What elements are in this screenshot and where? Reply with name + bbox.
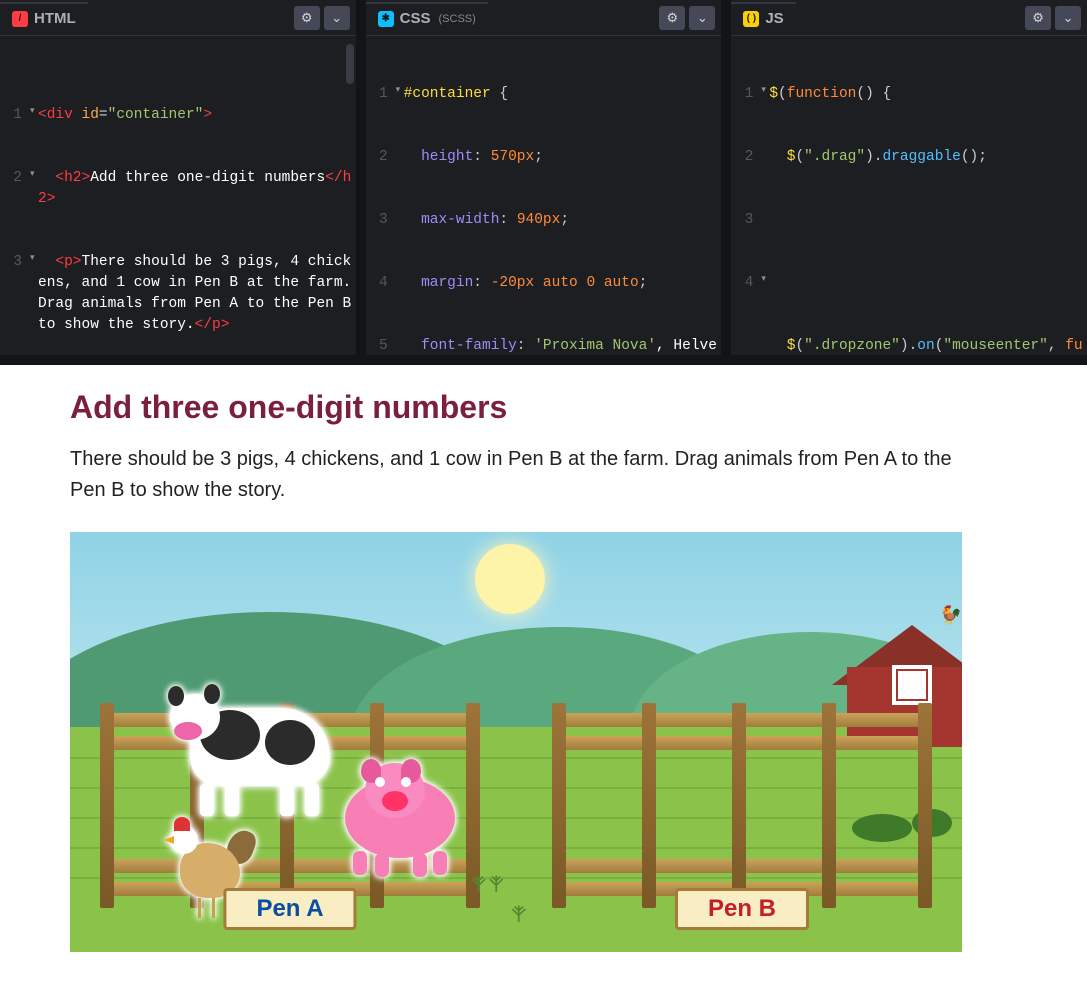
css-dropdown-button[interactable]: ⌄ (689, 6, 715, 30)
grass-icon: 𖥧 (510, 886, 527, 932)
gear-icon: ⚙ (667, 10, 679, 26)
js-code-editor[interactable]: 1▾$(function() { 2 $(".drag").draggable(… (731, 36, 1087, 355)
html-tab-label: HTML (34, 10, 76, 27)
chevron-down-icon: ⌄ (331, 10, 342, 26)
html-code-editor[interactable]: 1▾<div id="container"> 2▾ <h2>Add three … (0, 36, 356, 355)
gear-icon: ⚙ (1032, 10, 1044, 26)
chevron-down-icon: ⌄ (1063, 10, 1074, 26)
chevron-down-icon: ⌄ (697, 10, 708, 26)
pig-draggable[interactable] (335, 763, 465, 873)
css-tab-sublabel: (SCSS) (439, 13, 476, 25)
js-tab[interactable]: ( ) JS (731, 2, 795, 33)
html-dropdown-button[interactable]: ⌄ (324, 6, 350, 30)
page-title: Add three one-digit numbers (70, 389, 1017, 426)
scrollbar-thumb[interactable] (346, 44, 354, 84)
html-tab[interactable]: / HTML (0, 2, 88, 33)
js-settings-button[interactable]: ⚙ (1025, 6, 1051, 30)
js-pane-header: ( ) JS ⚙ ⌄ (731, 0, 1087, 36)
editor-row: / HTML ⚙ ⌄ 1▾<div id="container"> 2▾ <h2… (0, 0, 1087, 365)
js-pane: ( ) JS ⚙ ⌄ 1▾$(function() { 2 $(".drag")… (731, 0, 1087, 355)
html-pane-header: / HTML ⚙ ⌄ (0, 0, 356, 36)
html-pane: / HTML ⚙ ⌄ 1▾<div id="container"> 2▾ <h2… (0, 0, 356, 355)
css-tab[interactable]: ✱ CSS (SCSS) (366, 2, 488, 33)
html-settings-button[interactable]: ⚙ (294, 6, 320, 30)
gear-icon: ⚙ (301, 10, 313, 26)
css-pane: ✱ CSS (SCSS) ⚙ ⌄ 1▾#container { 2 height… (366, 0, 722, 355)
css-tab-label: CSS (400, 10, 431, 27)
grass-icon: 𖥧𖥧 (470, 856, 505, 902)
drag-drop-canvas[interactable]: 🐓 (70, 532, 962, 952)
css-pane-header: ✱ CSS (SCSS) ⚙ ⌄ (366, 0, 722, 36)
pen-a-sign: Pen A (223, 888, 356, 930)
pen-b-dropzone[interactable]: Pen B (552, 668, 932, 938)
js-dropdown-button[interactable]: ⌄ (1055, 6, 1081, 30)
cow-draggable[interactable] (170, 688, 340, 808)
js-icon: ( ) (743, 11, 759, 27)
page-description: There should be 3 pigs, 4 chickens, and … (70, 444, 980, 506)
preview-area: Add three one-digit numbers There should… (0, 365, 1087, 992)
css-settings-button[interactable]: ⚙ (659, 6, 685, 30)
sun-icon (475, 544, 545, 614)
js-tab-label: JS (765, 10, 783, 27)
css-code-editor[interactable]: 1▾#container { 2 height: 570px; 3 max-wi… (366, 36, 722, 355)
html-icon: / (12, 11, 28, 27)
pen-a-dropzone[interactable]: Pen A (100, 668, 480, 938)
pen-b-sign: Pen B (675, 888, 809, 930)
css-icon: ✱ (378, 11, 394, 27)
